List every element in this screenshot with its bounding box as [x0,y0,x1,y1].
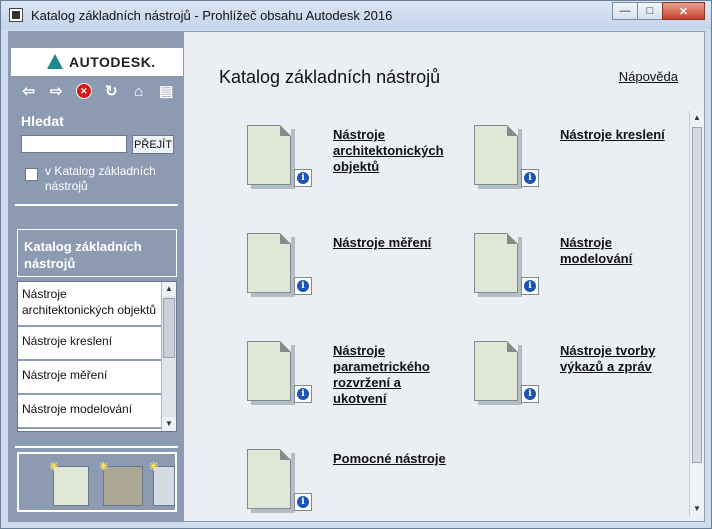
palette-list: Nástroje architektonických objektů Nástr… [17,281,177,432]
back-icon[interactable]: ⇦ [15,81,43,101]
main-scrollbar[interactable]: ▲ ▼ [689,111,704,516]
search-label: Hledat [21,113,64,129]
tile-link[interactable]: Nástroje tvorby výkazů a zpráv [560,343,680,375]
maximize-button[interactable]: □ [637,2,663,20]
tile-link[interactable]: Pomocné nástroje [333,451,453,467]
document-icon [247,233,291,293]
sidebar: AUTODESK. ⇦ ⇨ ✕ ↻ ⌂ ▤ Hledat PŘEJÍT v Ka… [9,32,184,521]
minimize-button[interactable]: — [612,2,638,20]
scroll-thumb[interactable] [692,127,702,463]
info-icon[interactable]: i [521,169,539,187]
document-icon [474,125,518,185]
tool-thumbnail[interactable] [103,466,143,506]
title-bar[interactable]: Katalog základních nástrojů - Prohlížeč … [1,1,711,29]
scroll-down-icon[interactable]: ▼ [162,417,176,431]
main-header: Katalog základních nástrojů Nápověda [184,32,704,102]
document-icon [247,449,291,509]
sparkle-icon: ✳ [149,461,159,473]
autodesk-logo-icon [47,54,63,69]
list-item[interactable]: Nástroje modelování [18,397,162,429]
stop-button[interactable]: ✕ [70,81,98,101]
divider [15,446,178,448]
tool-thumbnail[interactable] [53,466,89,506]
scroll-down-icon[interactable]: ▼ [690,502,704,516]
refresh-icon[interactable]: ↻ [98,81,126,101]
help-link[interactable]: Nápověda [619,69,678,84]
home-icon[interactable]: ⌂ [125,81,153,101]
document-icon [247,341,291,401]
application-window: Katalog základních nástrojů - Prohlížeč … [0,0,712,529]
info-icon[interactable]: i [294,277,312,295]
tile-link[interactable]: Nástroje architektonických objektů [333,127,453,175]
stop-icon: ✕ [75,83,92,99]
list-item[interactable]: Nástroje kreslení [18,329,162,361]
search-scope-checkbox[interactable] [25,168,38,181]
info-icon[interactable]: i [294,493,312,511]
app-icon [9,8,23,22]
search-input[interactable] [21,135,127,153]
document-icon [247,125,291,185]
info-icon[interactable]: i [294,169,312,187]
info-icon[interactable]: i [521,277,539,295]
scroll-thumb[interactable] [163,298,175,358]
print-icon[interactable]: ▤ [153,81,181,101]
sparkle-icon: ✳ [49,461,59,473]
info-icon[interactable]: i [521,385,539,403]
window-title: Katalog základních nástrojů - Prohlížeč … [31,8,393,23]
tile-link[interactable]: Nástroje měření [333,235,453,251]
search-scope-label: v Katalog základních nástrojů [45,164,156,193]
scroll-up-icon[interactable]: ▲ [162,282,176,296]
forward-icon[interactable]: ⇨ [43,81,71,101]
tile-link[interactable]: Nástroje modelování [560,235,680,267]
list-item[interactable]: Nástroje architektonických objektů [18,282,162,327]
document-icon [474,341,518,401]
page-title: Katalog základních nástrojů [219,67,441,87]
tile-link[interactable]: Nástroje parametrického rozvržení a ukot… [333,343,453,407]
logo-text: AUTODESK. [69,54,156,70]
nav-toolbar: ⇦ ⇨ ✕ ↻ ⌂ ▤ [15,80,180,102]
go-button[interactable]: PŘEJÍT [132,135,174,154]
close-button[interactable]: ✕ [662,2,705,20]
tile-link[interactable]: Nástroje kreslení [560,127,680,143]
sparkle-icon: ✳ [99,461,109,473]
list-scrollbar[interactable]: ▲ ▼ [161,282,176,431]
divider [15,204,178,206]
autodesk-logo: AUTODESK. [11,48,183,76]
scroll-up-icon[interactable]: ▲ [690,111,704,125]
tile-grid: i Nástroje architektonických objektů i N… [184,104,704,521]
document-icon [474,233,518,293]
main-panel: Katalog základních nástrojů Nápověda i N… [184,32,704,521]
info-icon[interactable]: i [294,385,312,403]
list-item[interactable]: Nástroje měření [18,363,162,395]
content-browser: AUTODESK. ⇦ ⇨ ✕ ↻ ⌂ ▤ Hledat PŘEJÍT v Ka… [8,31,705,522]
catalog-item[interactable]: Katalog základních nástrojů [17,229,177,277]
tool-thumbnails: ✳ ✳ ✳ [17,452,177,512]
